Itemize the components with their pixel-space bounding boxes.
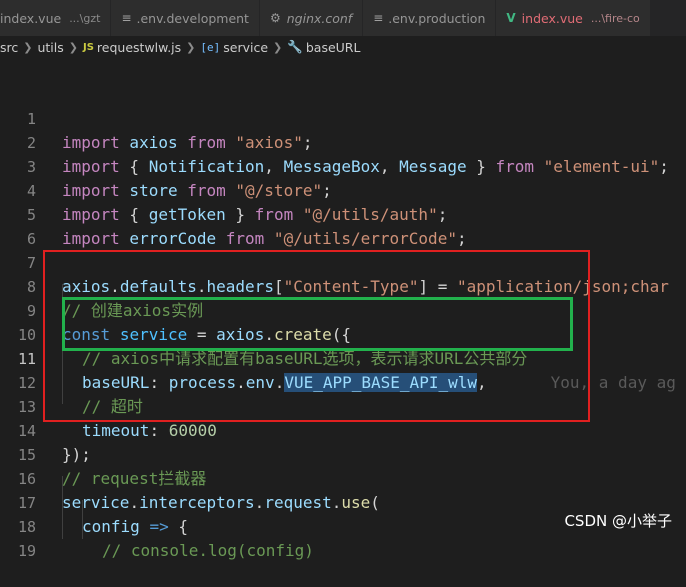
chevron-right-icon: ❯ — [186, 40, 196, 54]
tab-label: .env.production — [388, 10, 486, 26]
chevron-right-icon: ❯ — [68, 40, 78, 54]
code-line-5: 5 import errorCode from "@/utils/errorCo… — [0, 179, 686, 248]
code-line-7: 7 axios.defaults.headers["Content-Type"]… — [0, 227, 686, 296]
breadcrumb: src ❯ utils ❯ JS requestwlw.js ❯ [e] ser… — [0, 36, 686, 58]
code-line-10: 10 // axios中请求配置有baseURL选项，表示请求URL公共部分 — [0, 299, 686, 368]
lines-icon: ≡ — [121, 11, 131, 25]
tab-path-hint: ...\gzt — [69, 11, 101, 25]
code-line-2: 2 import { Notification, MessageBox, Mes… — [0, 107, 686, 176]
code-line-13: 13 timeout: 60000 — [0, 371, 686, 440]
line-number: 19 — [17, 542, 36, 560]
tab-label: index.vue — [521, 10, 583, 26]
breadcrumb-item-utils[interactable]: utils — [37, 40, 63, 55]
tab-label: .env.development — [136, 10, 249, 26]
code-editor[interactable]: 1 import axios from "axios"; 2 import { … — [0, 58, 686, 560]
code-line-3: 3 import store from "@/store"; — [0, 131, 686, 200]
code-comment: // console.log(config) — [102, 541, 314, 560]
breadcrumb-item-file[interactable]: requestwlw.js — [97, 40, 181, 55]
breadcrumb-item-service[interactable]: service — [223, 40, 268, 55]
gear-icon: ⚙ — [269, 11, 281, 25]
js-file-icon: JS — [82, 41, 94, 53]
tab-index-vue-gzt[interactable]: index.vue ...\gzt — [0, 0, 112, 36]
variable-icon: [e] — [200, 40, 221, 54]
tab-index-vue-fire[interactable]: V index.vue ...\fire-co — [496, 0, 651, 36]
code-line-4: 4 import { getToken } from "@/utils/auth… — [0, 155, 686, 224]
tab-env-development[interactable]: ≡ .env.development — [111, 0, 260, 36]
code-line-8: 8 // 创建axios实例 — [0, 251, 686, 320]
chevron-right-icon: ❯ — [23, 40, 33, 54]
vue-icon: V — [506, 11, 516, 25]
code-line-16: 16 service.interceptors.request.use( — [0, 443, 686, 512]
code-line-17: 17 config => { — [0, 467, 686, 536]
breadcrumb-item-baseurl[interactable]: baseURL — [306, 40, 361, 55]
code-line-11: 11 baseURL: process.env.VUE_APP_BASE_API… — [0, 323, 686, 392]
editor-tab-bar: index.vue ...\gzt ≡ .env.development ⚙ n… — [0, 0, 686, 36]
lines-icon: ≡ — [373, 11, 383, 25]
wrench-icon: 🔧 — [287, 39, 303, 54]
code-line-15: 15 // request拦截器 — [0, 419, 686, 488]
code-line-12: 12 // 超时 — [0, 347, 686, 416]
code-line-6: 6 — [0, 203, 686, 248]
chevron-right-icon: ❯ — [273, 40, 283, 54]
tab-label: index.vue — [0, 10, 62, 26]
tab-label: nginx.conf — [286, 10, 353, 26]
code-line-9: 9 const service = axios.create({ — [0, 275, 686, 344]
tab-nginx-conf[interactable]: ⚙ nginx.conf — [259, 0, 364, 36]
code-line-1: 1 import axios from "axios"; — [0, 83, 686, 152]
breadcrumb-item-src[interactable]: src — [0, 40, 18, 55]
tab-env-production[interactable]: ≡ .env.production — [363, 0, 497, 36]
watermark: CSDN @小举子 — [564, 512, 672, 530]
tab-path-hint: ...\fire-co — [590, 11, 640, 25]
code-line-14: 14 }); — [0, 395, 686, 464]
